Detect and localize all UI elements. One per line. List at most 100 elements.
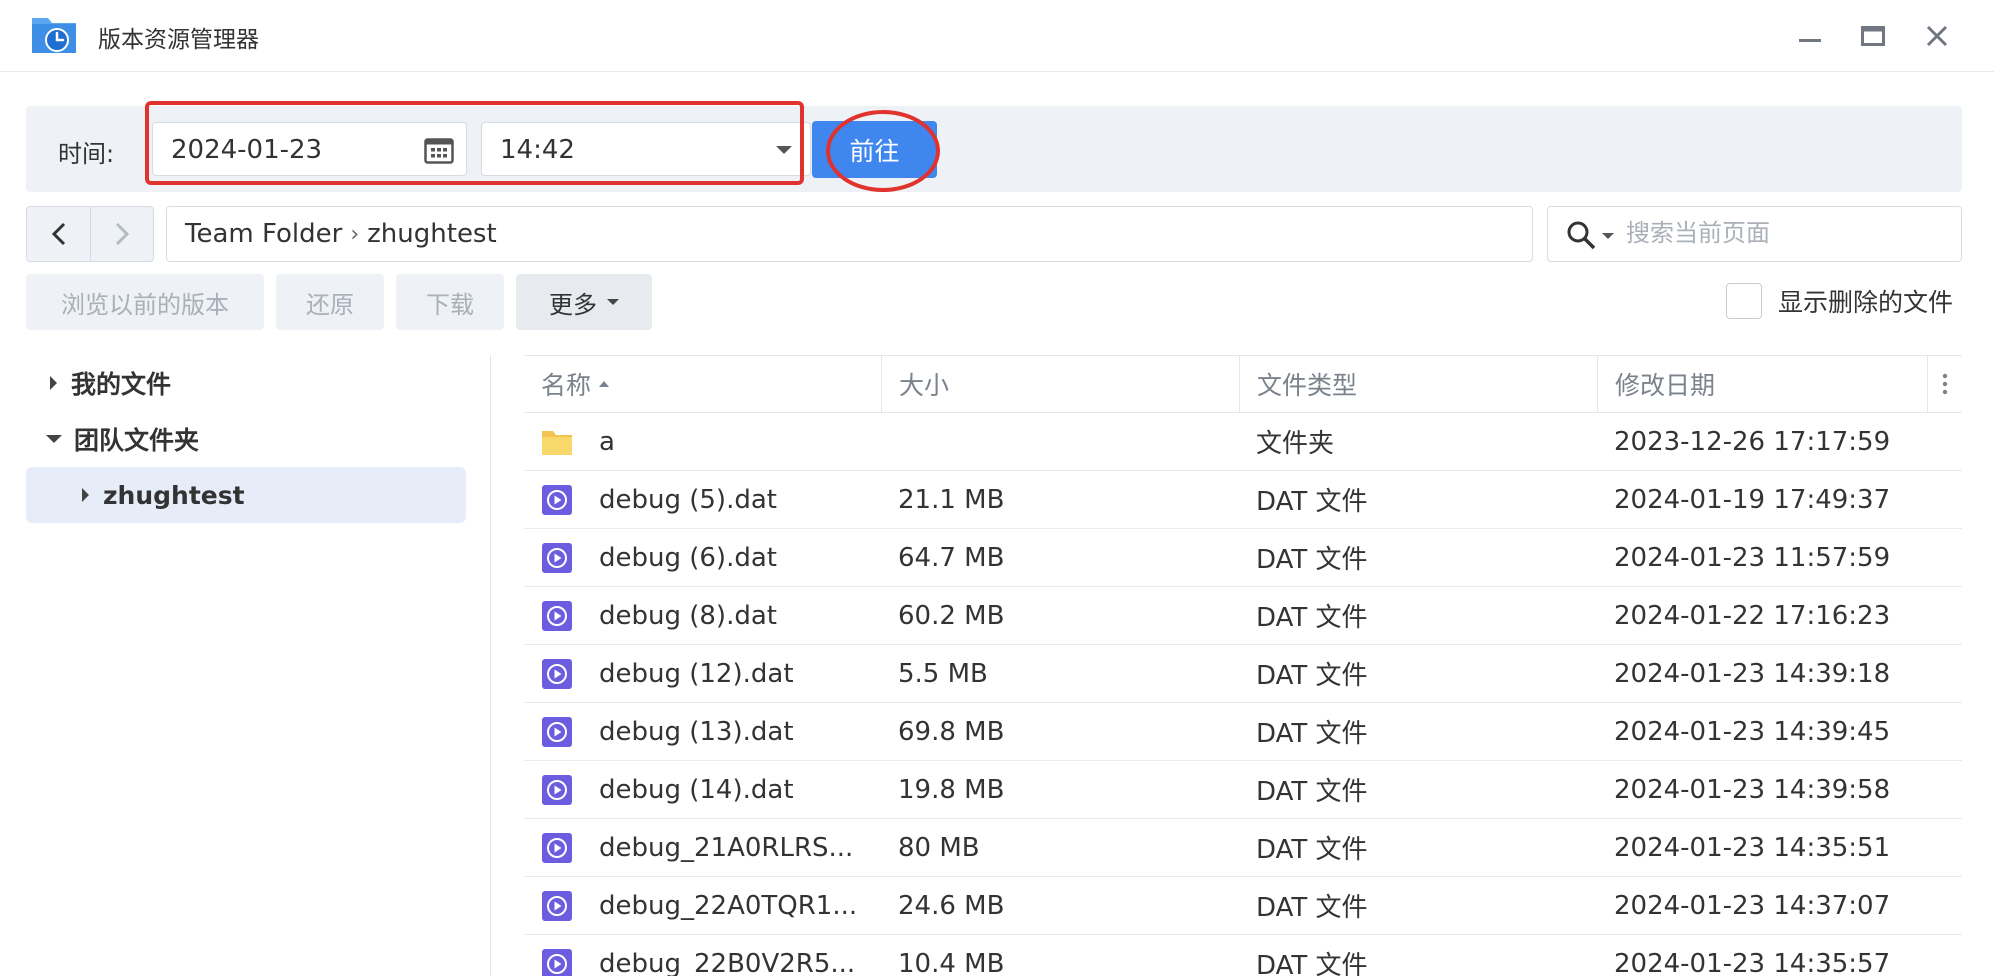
cell-type: DAT 文件	[1256, 487, 1368, 517]
folder-icon	[541, 426, 573, 458]
media-file-icon	[541, 658, 573, 690]
media-file-icon	[541, 890, 573, 922]
chevron-down-icon	[607, 299, 619, 305]
show-deleted-toggle[interactable]: 显示删除的文件	[1726, 283, 1953, 319]
cell-modified: 2024-01-19 17:49:37	[1614, 484, 1891, 515]
breadcrumb[interactable]: Team Folder › zhughtest	[166, 206, 1533, 262]
forward-button[interactable]	[90, 207, 153, 261]
file-name: debug (8).dat	[599, 600, 777, 631]
file-name: debug_21A0RLRS...	[599, 832, 854, 863]
minimize-icon	[1799, 39, 1821, 42]
list-body: a 文件夹 2023-12-26 17:17:59 debug (5).dat 21.1…	[524, 413, 1962, 976]
calendar-icon[interactable]	[424, 136, 454, 164]
table-row[interactable]: debug (5).dat 21.1 MB DAT 文件 2024-01-19 17:…	[524, 471, 1962, 529]
maximize-icon	[1861, 26, 1885, 46]
table-row[interactable]: a 文件夹 2023-12-26 17:17:59	[524, 413, 1962, 471]
time-select[interactable]: 14:42	[481, 122, 811, 176]
table-row[interactable]: debug (14).dat 19.8 MB DAT 文件 2024-01-23 14…	[524, 761, 1962, 819]
media-file-icon	[541, 774, 573, 806]
cell-type: DAT 文件	[1256, 719, 1368, 749]
history-nav	[26, 206, 154, 262]
cell-type: DAT 文件	[1256, 951, 1368, 976]
more-button[interactable]: 更多	[516, 274, 652, 330]
cell-size: 69.8 MB	[898, 716, 1005, 747]
media-file-icon	[541, 948, 573, 976]
date-input[interactable]	[171, 135, 401, 165]
minimize-button[interactable]	[1792, 18, 1828, 54]
file-name: debug (6).dat	[599, 542, 777, 573]
close-button[interactable]	[1919, 18, 1955, 54]
cell-type: 文件夹	[1256, 429, 1335, 459]
table-row[interactable]: debug (8).dat 60.2 MB DAT 文件 2024-01-22 17:…	[524, 587, 1962, 645]
cell-modified: 2024-01-23 14:39:18	[1614, 658, 1891, 689]
search-icon[interactable]	[1566, 220, 1596, 250]
window-title: 版本资源管理器	[98, 27, 259, 53]
search-options-caret-icon[interactable]	[1602, 233, 1614, 239]
collapse-arrow-icon[interactable]	[46, 435, 62, 443]
date-field[interactable]	[152, 122, 467, 176]
go-button[interactable]: 前往	[812, 121, 937, 178]
breadcrumb-separator-icon: ›	[350, 221, 360, 247]
cell-name: debug (8).dat	[524, 587, 881, 644]
cell-modified: 2024-01-22 17:16:23	[1614, 600, 1891, 631]
breadcrumb-team-folder[interactable]: Team Folder	[185, 219, 342, 249]
cell-name: debug (5).dat	[524, 471, 881, 528]
search-input[interactable]	[1626, 219, 1946, 247]
column-header-type[interactable]: 文件类型	[1239, 356, 1597, 412]
cell-modified: 2023-12-26 17:17:59	[1614, 426, 1891, 457]
file-name: debug (5).dat	[599, 484, 777, 515]
cell-size: 21.1 MB	[898, 484, 1005, 515]
browse-previous-versions-button[interactable]: 浏览以前的版本	[26, 274, 264, 330]
expand-arrow-icon[interactable]	[82, 488, 89, 502]
tree-item-label: zhughtest	[103, 480, 245, 510]
time-label: 时间:	[58, 140, 115, 168]
restore-button[interactable]: 还原	[276, 274, 384, 330]
column-header-size[interactable]: 大小	[881, 356, 1239, 412]
show-deleted-label: 显示删除的文件	[1778, 288, 1954, 317]
table-row[interactable]: debug (13).dat 69.8 MB DAT 文件 2024-01-23 14…	[524, 703, 1962, 761]
table-row[interactable]: debug_21A0RLRS... 80 MB DAT 文件 2024-01-23 1…	[524, 819, 1962, 877]
media-file-icon	[541, 716, 573, 748]
cell-modified: 2024-01-23 14:37:07	[1614, 890, 1891, 921]
search-box[interactable]	[1547, 206, 1962, 262]
cell-type: DAT 文件	[1256, 603, 1368, 633]
table-row[interactable]: debug (6).dat 64.7 MB DAT 文件 2024-01-23 11:…	[524, 529, 1962, 587]
cell-type: DAT 文件	[1256, 777, 1368, 807]
tree-item-team-folder[interactable]: 团队文件夹	[26, 411, 466, 467]
show-deleted-checkbox[interactable]	[1726, 283, 1762, 319]
app-folder-clock-icon	[32, 18, 76, 53]
cell-size	[881, 413, 1239, 470]
cell-name: debug_22B0V2R5...	[524, 935, 881, 976]
maximize-button[interactable]	[1855, 18, 1891, 54]
file-list: 名称 大小 文件类型 修改日期 a 文件夹 2023-12-26 17:17:59 d…	[524, 355, 1962, 976]
tree-item-my-files[interactable]: 我的文件	[26, 355, 466, 411]
table-row[interactable]: debug_22A0TQR1... 24.6 MB DAT 文件 2024-01-23…	[524, 877, 1962, 935]
table-row[interactable]: debug_22B0V2R5... 10.4 MB DAT 文件 2024-01-23…	[524, 935, 1962, 976]
column-header-modified[interactable]: 修改日期	[1597, 356, 1927, 412]
download-button[interactable]: 下载	[396, 274, 504, 330]
pane-divider[interactable]	[490, 355, 491, 976]
cell-size: 10.4 MB	[898, 948, 1005, 976]
expand-arrow-icon[interactable]	[50, 376, 57, 390]
column-menu-button[interactable]	[1927, 356, 1962, 412]
sort-ascending-icon	[599, 381, 610, 387]
media-file-icon	[541, 600, 573, 632]
chevron-down-icon	[776, 146, 792, 154]
file-name: debug_22B0V2R5...	[599, 948, 856, 976]
more-label: 更多	[549, 290, 597, 319]
column-header-name[interactable]: 名称	[524, 356, 881, 412]
table-row[interactable]: debug (12).dat 5.5 MB DAT 文件 2024-01-23 14:…	[524, 645, 1962, 703]
cell-name: debug_22A0TQR1...	[524, 877, 881, 934]
time-bar: 时间: 14:42	[26, 106, 1962, 192]
breadcrumb-zhughtest[interactable]: zhughtest	[367, 219, 497, 249]
cell-size: 80 MB	[898, 832, 980, 863]
tree-item-zhughtest[interactable]: zhughtest	[26, 467, 466, 523]
cell-type: DAT 文件	[1256, 835, 1368, 865]
list-header: 名称 大小 文件类型 修改日期	[524, 355, 1962, 413]
file-name: debug (12).dat	[599, 658, 794, 689]
back-button[interactable]	[27, 207, 90, 261]
cell-name: a	[524, 413, 881, 470]
media-file-icon	[541, 484, 573, 516]
cell-name: debug_21A0RLRS...	[524, 819, 881, 876]
cell-size: 24.6 MB	[898, 890, 1005, 921]
